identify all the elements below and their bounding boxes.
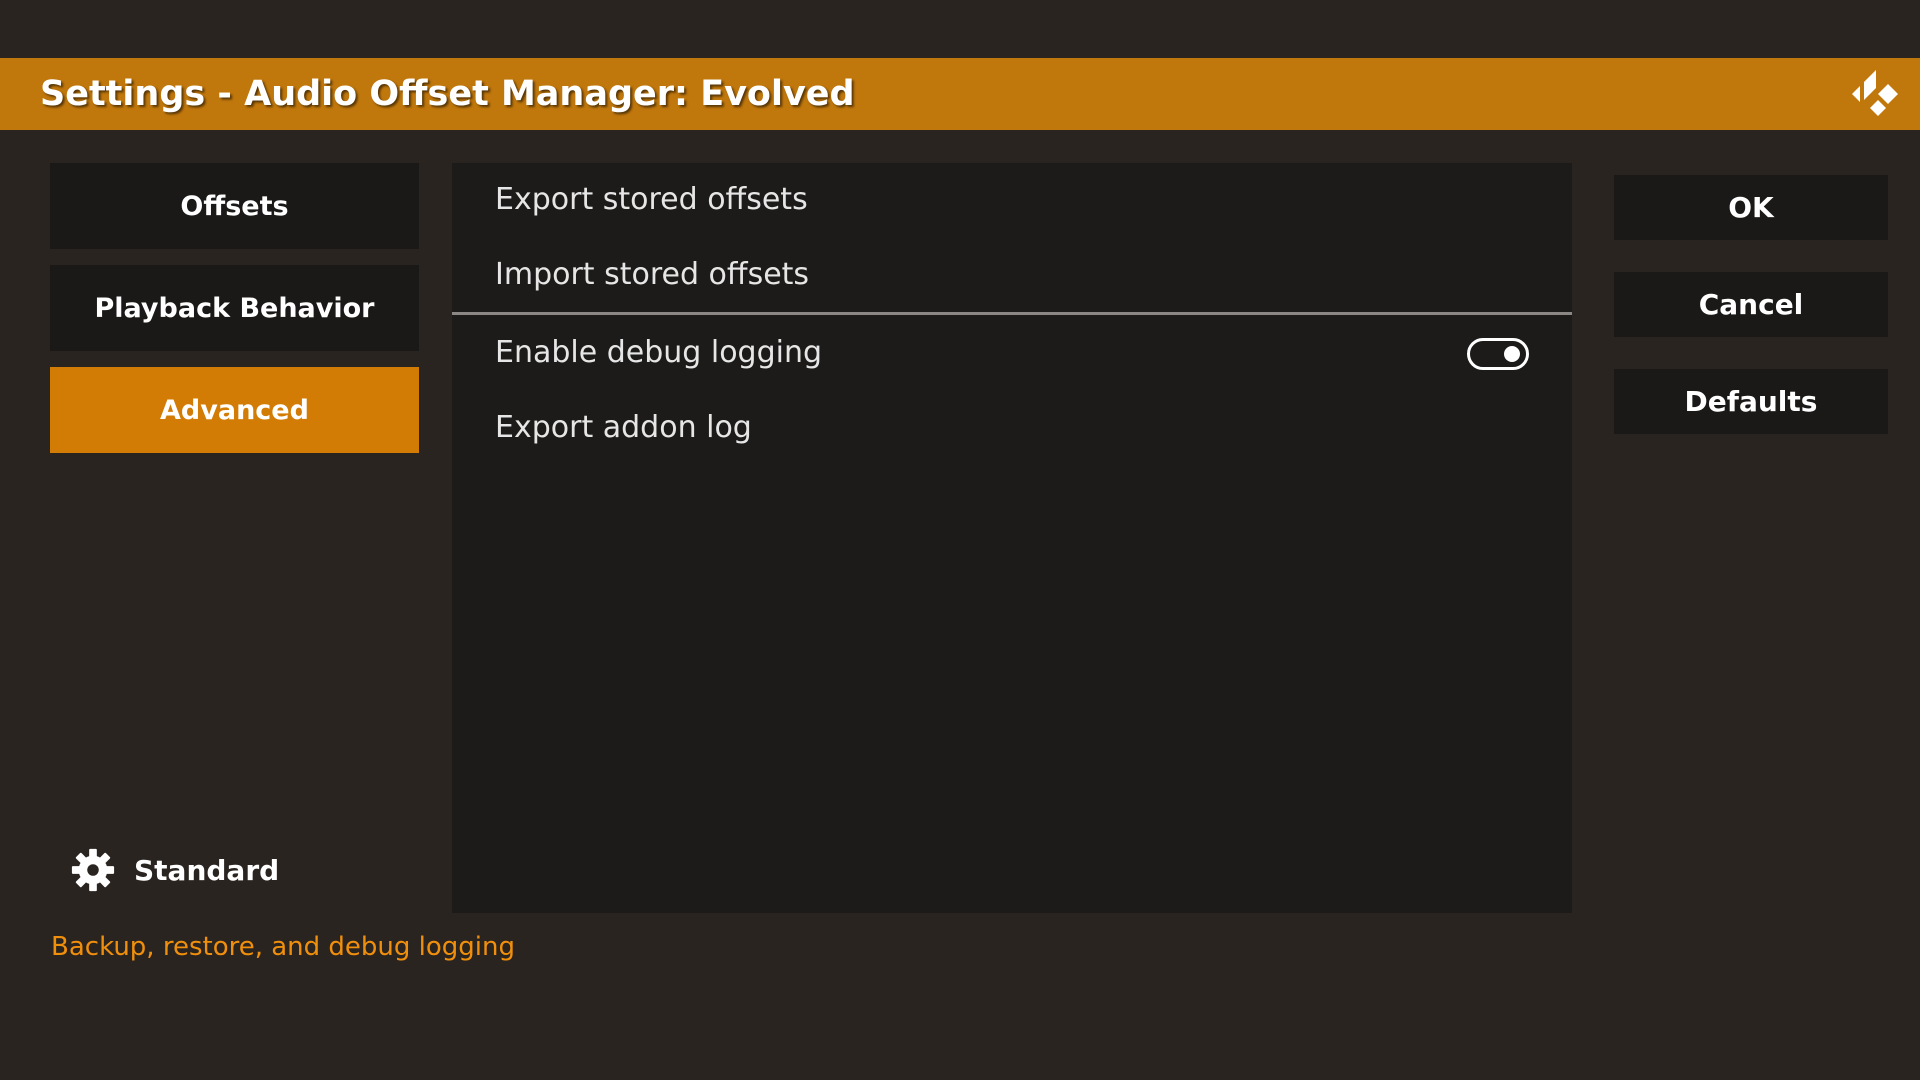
setting-label: Enable debug logging [495, 335, 823, 370]
settings-level-label: Standard [134, 853, 280, 887]
header-bar: Settings - Audio Offset Manager: Evolved [0, 58, 1920, 130]
kodi-logo-icon [1852, 70, 1898, 116]
toggle-knob [1504, 346, 1520, 362]
cancel-button[interactable]: Cancel [1614, 272, 1888, 337]
group-separator [452, 312, 1572, 315]
category-advanced[interactable]: Advanced [50, 367, 419, 453]
setting-export-stored-offsets[interactable]: Export stored offsets [452, 163, 1572, 237]
setting-enable-debug-logging[interactable]: Enable debug logging [452, 316, 1572, 390]
settings-level-button[interactable]: Standard [70, 848, 279, 892]
category-label: Advanced [160, 394, 309, 426]
category-offsets[interactable]: Offsets [50, 163, 419, 249]
setting-import-stored-offsets[interactable]: Import stored offsets [452, 238, 1572, 312]
settings-panel: Export stored offsets Import stored offs… [452, 163, 1572, 913]
category-label: Offsets [180, 190, 289, 222]
setting-description: Backup, restore, and debug logging [51, 932, 516, 962]
category-playback-behavior[interactable]: Playback Behavior [50, 265, 419, 351]
category-label: Playback Behavior [94, 292, 375, 324]
defaults-button[interactable]: Defaults [1614, 369, 1888, 434]
setting-label: Export addon log [495, 410, 752, 445]
setting-export-addon-log[interactable]: Export addon log [452, 391, 1572, 465]
setting-label: Import stored offsets [495, 257, 810, 292]
ok-button[interactable]: OK [1614, 175, 1888, 240]
debug-logging-toggle[interactable] [1467, 338, 1529, 370]
gear-icon [71, 848, 115, 892]
dialog-title: Settings - Audio Offset Manager: Evolved [40, 74, 855, 114]
setting-label: Export stored offsets [495, 182, 808, 217]
